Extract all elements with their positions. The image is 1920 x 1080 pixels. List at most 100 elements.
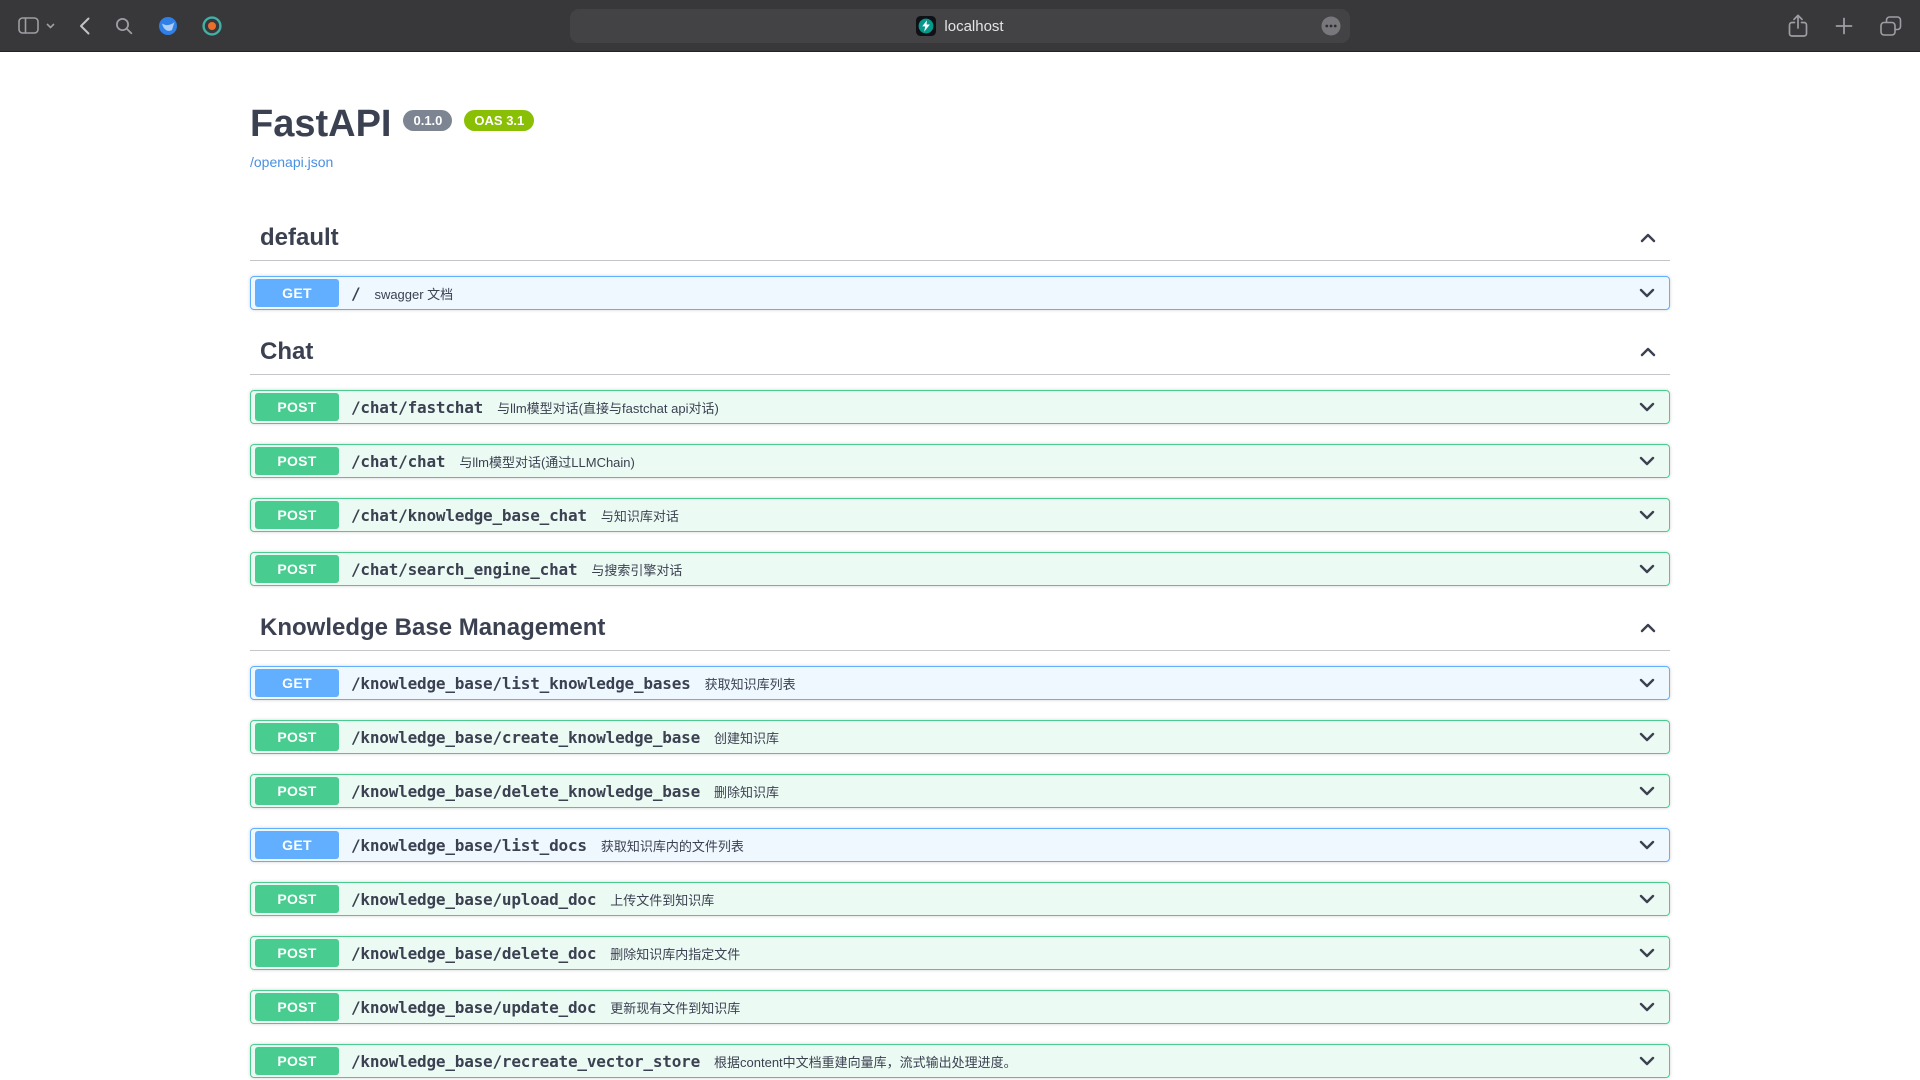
page-menu-icon	[1320, 15, 1342, 37]
endpoint-description: 与知识库对话	[601, 506, 679, 525]
extension-target-button[interactable]	[202, 16, 222, 36]
chevron-down-icon[interactable]	[1639, 840, 1655, 850]
endpoint-row[interactable]: POST/chat/knowledge_base_chat与知识库对话	[250, 498, 1670, 532]
endpoint-row[interactable]: GET/knowledge_base/list_knowledge_bases 获…	[250, 666, 1670, 700]
address-bar[interactable]: localhost	[570, 9, 1350, 43]
endpoint-path: /knowledge_base/list_docs	[351, 836, 587, 855]
api-section-chat: Chat POST/chat/fastchat 与llm模型对话(直接与fastch…	[250, 330, 1670, 586]
chevron-down-icon[interactable]	[1639, 948, 1655, 958]
back-button[interactable]	[79, 17, 90, 35]
endpoint-description: 与llm模型对话(直接与fastchat api对话)	[497, 398, 719, 417]
endpoint-row[interactable]: POST/chat/fastchat 与llm模型对话(直接与fastchat a…	[250, 390, 1670, 424]
method-badge: POST	[255, 885, 339, 913]
swagger-page: FastAPI 0.1.0 OAS 3.1 /openapi.json defa…	[0, 52, 1920, 1078]
chevron-down-icon[interactable]	[1639, 402, 1655, 412]
share-icon	[1788, 14, 1808, 38]
endpoint-path: /chat/search_engine_chat	[351, 560, 577, 579]
endpoint-row[interactable]: POST/knowledge_base/upload_doc上传文件到知识库	[250, 882, 1670, 916]
page-menu-button[interactable]	[1320, 15, 1342, 37]
endpoint-path: /knowledge_base/recreate_vector_store	[351, 1052, 700, 1071]
endpoint-path: /knowledge_base/delete_knowledge_base	[351, 782, 700, 801]
endpoint-row[interactable]: POST/knowledge_base/create_knowledge_bas…	[250, 720, 1670, 754]
chevron-down-icon[interactable]	[1639, 564, 1655, 574]
endpoint-row[interactable]: POST/chat/search_engine_chat与搜索引擎对话	[250, 552, 1670, 586]
chevron-down-icon[interactable]	[1639, 1002, 1655, 1012]
endpoint-path: /knowledge_base/list_knowledge_bases	[351, 674, 691, 693]
endpoint-row[interactable]: POST/knowledge_base/update_doc更新现有文件到知识库	[250, 990, 1670, 1024]
endpoint-path: /chat/knowledge_base_chat	[351, 506, 587, 525]
extension-blue-button[interactable]	[158, 16, 178, 36]
endpoint-path: /knowledge_base/update_doc	[351, 998, 596, 1017]
method-badge: GET	[255, 669, 339, 697]
sidebar-menu-button[interactable]	[46, 23, 55, 29]
endpoint-row[interactable]: POST/chat/chat 与llm模型对话(通过LLMChain)	[250, 444, 1670, 478]
tab-overview-icon	[1880, 16, 1902, 36]
endpoint-row[interactable]: GET/knowledge_base/list_docs 获取知识库内的文件列表	[250, 828, 1670, 862]
chevron-down-icon[interactable]	[1639, 288, 1655, 298]
toolbar-left-group	[18, 16, 222, 36]
section-header-chat[interactable]: Chat	[250, 330, 1670, 375]
section-header-knowledge-base-management[interactable]: Knowledge Base Management	[250, 606, 1670, 651]
chevron-down-icon	[46, 23, 55, 29]
chevron-up-icon[interactable]	[1640, 623, 1656, 633]
method-badge: POST	[255, 555, 339, 583]
openapi-link[interactable]: /openapi.json	[250, 154, 333, 170]
toolbar-right-group	[1788, 14, 1902, 38]
section-title: Knowledge Base Management	[260, 614, 605, 642]
endpoint-description: 获取知识库内的文件列表	[601, 836, 744, 855]
swagger-wrapper: FastAPI 0.1.0 OAS 3.1 /openapi.json defa…	[230, 52, 1690, 1078]
method-badge: POST	[255, 393, 339, 421]
title-row: FastAPI 0.1.0 OAS 3.1	[250, 102, 1670, 146]
chevron-up-icon[interactable]	[1640, 347, 1656, 357]
method-badge: POST	[255, 447, 339, 475]
new-tab-button[interactable]	[1834, 16, 1854, 36]
chevron-down-icon[interactable]	[1639, 894, 1655, 904]
chevron-down-icon[interactable]	[1639, 732, 1655, 742]
address-text: localhost	[944, 18, 1003, 35]
chevron-up-icon[interactable]	[1640, 233, 1656, 243]
sidebar-toggle-button[interactable]	[18, 17, 39, 34]
plus-icon	[1834, 16, 1854, 36]
endpoint-description: 获取知识库列表	[705, 674, 796, 693]
method-badge: GET	[255, 279, 339, 307]
api-section-default: default GET / swagger 文档	[250, 216, 1670, 310]
chevron-down-icon[interactable]	[1639, 678, 1655, 688]
endpoint-path: /	[351, 284, 360, 303]
endpoint-path: /knowledge_base/delete_doc	[351, 944, 596, 963]
chevron-down-icon[interactable]	[1639, 786, 1655, 796]
sections-container: default GET / swagger 文档 Chat POST/chat/fastc…	[250, 216, 1670, 1078]
section-header-default[interactable]: default	[250, 216, 1670, 261]
oas-badge: OAS 3.1	[464, 110, 534, 131]
endpoint-row[interactable]: POST/knowledge_base/delete_knowledge_bas…	[250, 774, 1670, 808]
endpoint-description: 删除知识库	[714, 782, 779, 801]
method-badge: POST	[255, 993, 339, 1021]
method-badge: POST	[255, 723, 339, 751]
extension-blue-icon	[158, 16, 178, 36]
share-button[interactable]	[1788, 14, 1808, 38]
endpoint-row[interactable]: POST/knowledge_base/recreate_vector_stor…	[250, 1044, 1670, 1078]
method-badge: POST	[255, 1047, 339, 1075]
site-favicon-icon	[916, 16, 936, 36]
endpoint-path: /chat/chat	[351, 452, 445, 471]
endpoint-row[interactable]: GET / swagger 文档	[250, 276, 1670, 310]
endpoint-description: 与llm模型对话(通过LLMChain)	[459, 452, 635, 471]
endpoint-description: swagger 文档	[374, 284, 453, 303]
method-badge: GET	[255, 831, 339, 859]
chevron-down-icon[interactable]	[1639, 510, 1655, 520]
method-badge: POST	[255, 939, 339, 967]
back-arrow-icon	[79, 17, 90, 35]
page-title: FastAPI	[250, 102, 391, 146]
method-badge: POST	[255, 777, 339, 805]
search-button[interactable]	[114, 16, 134, 36]
endpoint-path: /chat/fastchat	[351, 398, 483, 417]
section-title: Chat	[260, 338, 313, 366]
tab-overview-button[interactable]	[1880, 16, 1902, 36]
extension-target-icon	[202, 16, 222, 36]
api-info: FastAPI 0.1.0 OAS 3.1 /openapi.json	[250, 102, 1670, 172]
endpoint-path: /knowledge_base/upload_doc	[351, 890, 596, 909]
browser-toolbar: localhost	[0, 0, 1920, 52]
chevron-down-icon[interactable]	[1639, 1056, 1655, 1066]
endpoint-row[interactable]: POST/knowledge_base/delete_doc 删除知识库内指定文件	[250, 936, 1670, 970]
endpoint-description: 删除知识库内指定文件	[610, 944, 740, 963]
chevron-down-icon[interactable]	[1639, 456, 1655, 466]
